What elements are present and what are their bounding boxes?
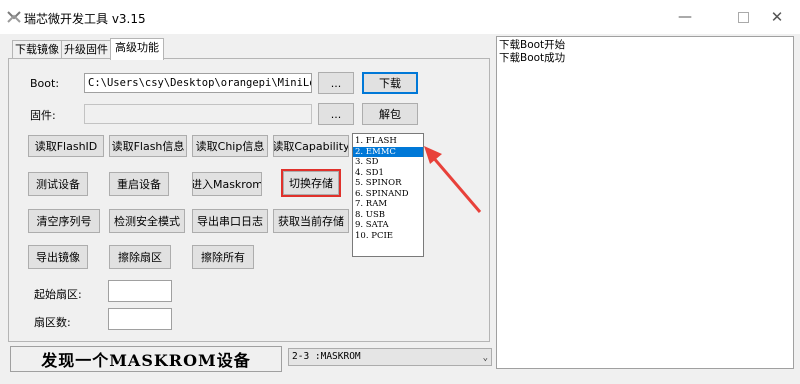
boot-label: Boot: (30, 77, 60, 90)
storage-option-sd1[interactable]: 4. SD1 (353, 168, 423, 179)
storage-option-spinand[interactable]: 6. SPINAND (353, 189, 423, 200)
enter-maskrom-button[interactable]: 进入Maskrom (192, 172, 262, 196)
boot-path-field[interactable]: C:\Users\csy\Desktop\orangepi\MiniLoader… (84, 73, 312, 93)
app-icon (7, 11, 21, 23)
reboot-device-button[interactable]: 重启设备 (109, 172, 169, 196)
log-line: 下载Boot成功 (499, 52, 566, 64)
unpack-button[interactable]: 解包 (362, 103, 418, 125)
tab-download-image[interactable]: 下载镜像 (12, 40, 62, 59)
minimize-icon: — (678, 9, 692, 25)
boot-browse-button[interactable]: ... (318, 72, 354, 94)
storage-option-spinor[interactable]: 5. SPINOR (353, 178, 423, 189)
log-line: 下载Boot开始 (499, 39, 566, 51)
tab-advanced[interactable]: 高级功能 (110, 38, 164, 60)
chevron-down-icon: ⌄ (482, 353, 488, 363)
window-title: 瑞芯微开发工具 v3.15 (24, 12, 146, 26)
switch-storage-button[interactable]: 切换存储 (283, 171, 339, 195)
check-secure-mode-button[interactable]: 检测安全模式 (109, 209, 185, 233)
storage-option-ram[interactable]: 7. RAM (353, 199, 423, 210)
close-button[interactable]: ✕ (754, 0, 800, 34)
sector-count-input[interactable] (108, 308, 172, 330)
start-sector-input[interactable] (108, 280, 172, 302)
read-flash-info-button[interactable]: 读取Flash信息 (109, 135, 187, 157)
read-chip-info-button[interactable]: 读取Chip信息 (192, 135, 268, 157)
download-button[interactable]: 下载 (362, 72, 418, 94)
storage-option-flash[interactable]: 1. FLASH (353, 136, 423, 147)
device-select-value: 2-3 :MASKROM (292, 351, 361, 362)
storage-option-emmc[interactable]: 2. EMMC (353, 146, 423, 157)
tab-upgrade-firmware[interactable]: 升级固件 (61, 40, 111, 59)
test-device-button[interactable]: 测试设备 (28, 172, 88, 196)
maximize-icon (737, 11, 749, 23)
storage-listbox[interactable]: 1. FLASH 2. EMMC 3. SD 4. SD1 5. SPINOR … (352, 133, 424, 257)
sector-count-label: 扇区数: (34, 316, 71, 329)
device-select[interactable]: 2-3 :MASKROM ⌄ (288, 348, 492, 366)
annotation-arrow-icon (424, 146, 482, 213)
device-status: 发现一个MASKROM设备 (10, 346, 282, 372)
storage-option-sd[interactable]: 3. SD (353, 157, 423, 168)
firmware-label: 固件: (30, 109, 56, 122)
storage-option-usb[interactable]: 8. USB (353, 210, 423, 221)
storage-option-pcie[interactable]: 10. PCIE (353, 231, 423, 242)
start-sector-label: 起始扇区: (34, 288, 82, 301)
minimize-button[interactable]: — (662, 0, 708, 34)
export-image-button[interactable]: 导出镜像 (28, 245, 88, 269)
title-bar: 瑞芯微开发工具 v3.15 — ✕ (0, 0, 800, 34)
export-serial-log-button[interactable]: 导出串口日志 (192, 209, 268, 233)
clear-serial-button[interactable]: 清空序列号 (28, 209, 100, 233)
storage-option-sata[interactable]: 9. SATA (353, 220, 423, 231)
close-icon: ✕ (770, 8, 784, 26)
erase-sector-button[interactable]: 擦除扇区 (109, 245, 171, 269)
firmware-path-field[interactable] (84, 104, 312, 124)
read-capability-button[interactable]: 读取Capability (273, 135, 349, 157)
erase-all-button[interactable]: 擦除所有 (192, 245, 254, 269)
get-current-storage-button[interactable]: 获取当前存储 (273, 209, 349, 233)
firmware-browse-button[interactable]: ... (318, 103, 354, 125)
read-flash-id-button[interactable]: 读取FlashID (28, 135, 104, 157)
log-output[interactable]: 下载Boot开始 下载Boot成功 (496, 36, 794, 369)
